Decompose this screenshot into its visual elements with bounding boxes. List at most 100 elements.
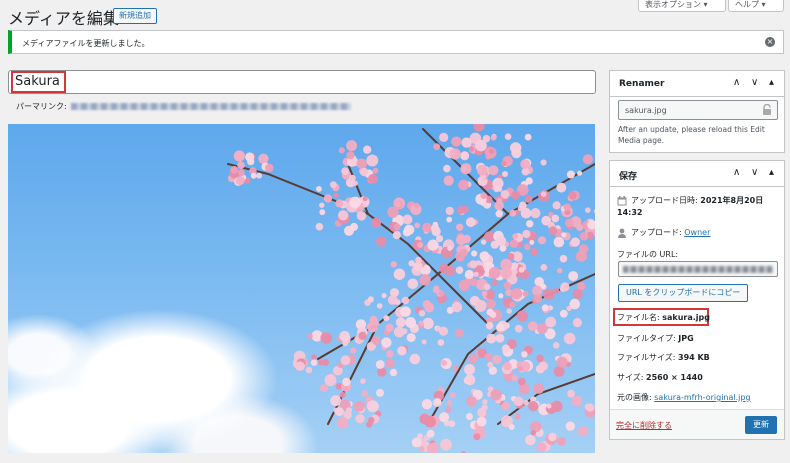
blossom-petal bbox=[338, 210, 349, 221]
blossom-petal bbox=[488, 366, 497, 375]
blossom-petal bbox=[443, 420, 451, 427]
file-url-field[interactable] bbox=[618, 261, 778, 277]
media-title-input[interactable]: Sakura bbox=[8, 70, 596, 94]
calendar-icon bbox=[617, 195, 627, 205]
blossom-petal bbox=[474, 299, 487, 312]
move-up-icon[interactable]: ∧ bbox=[733, 77, 740, 88]
move-down-icon[interactable]: ∨ bbox=[751, 167, 758, 178]
blossom-petal bbox=[336, 416, 349, 429]
screen-options-tab[interactable]: 表示オプション ▾ bbox=[638, 0, 726, 12]
blossom-petal bbox=[509, 239, 519, 248]
blossom-petal bbox=[506, 308, 512, 314]
blossom-petal bbox=[322, 358, 330, 366]
blossom-petal bbox=[230, 166, 239, 174]
blossom-petal bbox=[560, 282, 570, 292]
blossom-petal bbox=[460, 163, 472, 175]
blossom-petal bbox=[568, 271, 579, 282]
blossom-petal bbox=[579, 232, 589, 241]
blossom-petal bbox=[503, 281, 512, 290]
blossom-petal bbox=[476, 165, 488, 176]
blossom-petal bbox=[383, 315, 390, 322]
blossom-petal bbox=[528, 401, 539, 412]
blossom-petal bbox=[537, 236, 547, 245]
blossom-petal bbox=[356, 211, 367, 221]
file-type-row: ファイルタイプ: JPG bbox=[617, 333, 694, 344]
blossom-petal bbox=[435, 398, 442, 405]
file-url-blurred bbox=[623, 266, 773, 273]
blossom-petal bbox=[424, 415, 436, 428]
blossom-petal bbox=[496, 197, 503, 204]
renamer-filename-input[interactable]: sakura.jpg bbox=[618, 100, 778, 120]
blossom-petal bbox=[397, 346, 407, 356]
blossom-petal bbox=[496, 323, 505, 332]
blossom-petal bbox=[441, 360, 447, 366]
blossom-petal bbox=[464, 374, 476, 386]
blossom-petal bbox=[503, 362, 512, 371]
blossom-petal bbox=[400, 306, 411, 317]
blossom-petal bbox=[250, 172, 257, 179]
permalink-url-blurred[interactable] bbox=[71, 103, 352, 110]
blossom-petal bbox=[496, 235, 507, 247]
blossom-petal bbox=[307, 333, 313, 339]
blossom-petal bbox=[405, 317, 416, 328]
blossom-petal bbox=[385, 323, 394, 332]
lock-icon[interactable] bbox=[761, 104, 773, 116]
blossom-petal bbox=[340, 355, 351, 366]
file-name-value: sakura.jpg bbox=[662, 313, 711, 322]
blossom-petal bbox=[577, 170, 583, 176]
save-title: 保存 bbox=[619, 172, 638, 182]
blossom-petal bbox=[381, 337, 392, 348]
blossom-petal bbox=[445, 206, 454, 216]
blossom-petal bbox=[524, 243, 531, 251]
blossom-petal bbox=[489, 148, 495, 154]
blossom-petal bbox=[330, 181, 337, 189]
blossom-petal bbox=[515, 272, 522, 278]
blossom-petal bbox=[488, 165, 499, 176]
blossom-petal bbox=[473, 271, 479, 277]
blossom-petal bbox=[319, 202, 325, 208]
blossom-petal bbox=[376, 303, 383, 309]
uploaded-time-row: 14:32 bbox=[617, 208, 642, 217]
blossom-petal bbox=[575, 250, 587, 262]
delete-permanently-link[interactable]: 完全に削除する bbox=[616, 420, 672, 431]
blossom-petal bbox=[344, 225, 354, 236]
blossom-petal bbox=[461, 451, 467, 453]
blossom-petal bbox=[374, 321, 380, 327]
blossom-petal bbox=[510, 288, 523, 300]
dismiss-icon[interactable]: × bbox=[765, 37, 775, 47]
file-size-row: ファイルサイズ: 394 KB bbox=[617, 352, 710, 363]
copy-url-button[interactable]: URL をクリップボードにコピー bbox=[618, 284, 749, 302]
blossom-petal bbox=[529, 239, 535, 245]
dimensions-value: 2560 × 1440 bbox=[646, 373, 703, 382]
blossom-petal bbox=[563, 203, 571, 211]
blossom-petal bbox=[552, 201, 561, 210]
blossom-petal bbox=[495, 333, 505, 343]
blossom-petal bbox=[392, 231, 401, 240]
collapse-icon[interactable]: ▴ bbox=[769, 167, 774, 178]
blossom-petal bbox=[585, 207, 591, 213]
blossom-petal bbox=[504, 133, 512, 140]
add-new-button[interactable]: 新規追加 bbox=[113, 8, 157, 24]
blossom-petal bbox=[481, 290, 488, 297]
blossom-petal bbox=[406, 333, 416, 343]
cherry-blossom-image bbox=[227, 124, 595, 453]
blossom-petal bbox=[551, 214, 560, 223]
update-button[interactable]: 更新 bbox=[745, 416, 777, 434]
blossom-petal bbox=[509, 209, 517, 217]
collapse-icon[interactable]: ▴ bbox=[769, 77, 774, 88]
original-image-link[interactable]: sakura-mfrh-original.jpg bbox=[654, 393, 750, 402]
blossom-petal bbox=[323, 194, 333, 203]
blossom-petal bbox=[461, 151, 468, 158]
notice-message: メディアファイルを更新しました。 bbox=[22, 39, 150, 48]
move-down-icon[interactable]: ∨ bbox=[751, 77, 758, 88]
help-tab[interactable]: ヘルプ ▾ bbox=[728, 0, 784, 12]
blossom-petal bbox=[422, 222, 432, 233]
blossom-petal bbox=[366, 154, 379, 167]
blossom-petal bbox=[559, 309, 568, 318]
blossom-petal bbox=[513, 396, 524, 407]
blossom-petal bbox=[572, 288, 583, 300]
move-up-icon[interactable]: ∧ bbox=[733, 167, 740, 178]
uploaded-on-row: アップロード日時: 2021年8月20日 bbox=[617, 195, 763, 206]
blossom-petal bbox=[456, 206, 465, 215]
uploader-link[interactable]: Owner bbox=[684, 228, 710, 237]
